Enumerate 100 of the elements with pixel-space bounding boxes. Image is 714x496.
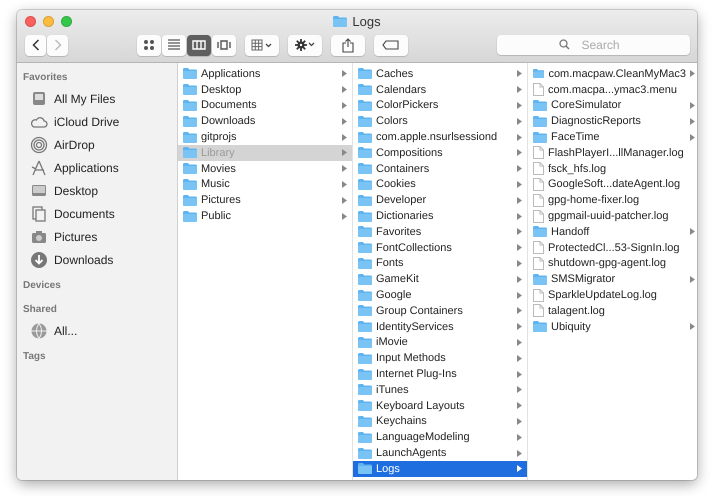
folder-icon [183,178,197,190]
document-icon [533,256,544,270]
file-row[interactable]: SparkleUpdateLog.log [528,287,697,303]
file-row[interactable]: Desktop [178,82,352,98]
file-row[interactable]: Logs [353,460,527,477]
file-row[interactable]: GoogleSoft...dateAgent.log [528,176,697,192]
download-icon [30,250,48,268]
file-row[interactable]: Downloads [178,113,352,130]
file-row[interactable]: Documents [178,98,352,114]
folder-icon [358,68,372,80]
disclosure-arrow-icon [517,307,522,314]
sidebar-item[interactable]: All... [17,319,177,342]
file-row[interactable]: Input Methods [353,350,527,366]
folder-icon [358,178,372,190]
stack-icon [30,90,48,108]
forward-icon [54,39,62,51]
icon-view-button[interactable] [137,34,161,56]
folder-icon [358,116,372,127]
tag-button[interactable] [374,34,408,56]
disclosure-arrow-icon [690,102,695,109]
file-row[interactable]: Cookies [353,176,527,192]
disclosure-arrow-icon [517,70,522,78]
file-row[interactable]: Favorites [353,224,527,240]
file-row[interactable]: gitprojs [178,129,352,145]
file-row[interactable]: Movies [178,160,352,177]
file-row[interactable]: Ubiquity [528,318,697,335]
sidebar-heading: Devices [22,279,62,293]
file-row[interactable]: gpgmail-uuid-patcher.log [528,208,697,224]
window-title: Logs [352,14,381,28]
file-row[interactable]: IdentityServices [353,318,527,335]
sidebar-item[interactable]: Pictures [17,225,177,248]
file-row[interactable]: ColorPickers [353,98,527,114]
folder-icon [358,305,372,316]
share-icon [342,38,354,52]
file-row[interactable]: LaunchAgents [353,445,527,461]
file-row[interactable]: Handoff [528,224,697,240]
file-row[interactable]: com.macpa...ymac3.menu [528,82,697,98]
file-row[interactable]: talagent.log [528,302,697,319]
column-view-icon [192,38,206,52]
file-row[interactable]: FaceTime [528,129,697,145]
file-row[interactable]: Music [178,176,352,192]
sidebar-item[interactable]: Documents [17,202,177,225]
file-row[interactable]: Dictionaries [353,208,527,224]
file-row[interactable]: com.apple.nsurlsessiond [353,129,527,145]
file-row[interactable]: Internet Plug-Ins [353,366,527,382]
gear-icon [294,38,316,52]
list-view-button[interactable] [162,34,186,56]
file-row[interactable]: Containers [353,160,527,177]
file-row[interactable]: ProtectedCl...53-SignIn.log [528,240,697,256]
file-row[interactable]: gpg-home-fixer.log [528,192,697,208]
column-view-button[interactable] [187,34,211,56]
sidebar-heading: Favorites [22,71,68,85]
file-row[interactable]: Colors [353,113,527,130]
close-button[interactable] [25,16,36,27]
file-row[interactable]: FontCollections [353,240,527,256]
disclosure-arrow-icon [517,465,522,472]
folder-icon [358,258,372,269]
file-row[interactable]: SMSMigrator [528,271,697,288]
file-row[interactable]: Public [178,208,352,224]
cover-flow-button[interactable] [212,34,236,56]
file-row[interactable]: Group Containers [353,302,527,319]
file-row[interactable]: Keyboard Layouts [353,398,527,414]
disclosure-arrow-icon [690,323,695,330]
sidebar-item[interactable]: iCloud Drive [17,110,177,133]
file-row[interactable]: LanguageModeling [353,429,527,446]
file-row[interactable]: shutdown-gpg-agent.log [528,256,697,272]
sidebar-item[interactable]: All My Files [17,87,177,110]
document-icon [533,162,544,176]
search-field[interactable]: Search [497,35,690,55]
file-row[interactable]: Fonts [353,256,527,272]
file-row[interactable]: iTunes [353,382,527,398]
file-row[interactable]: Caches [353,66,527,82]
disclosure-arrow-icon [342,165,347,172]
file-row[interactable]: DiagnosticReports [528,113,697,130]
file-row[interactable]: Pictures [178,192,352,208]
disclosure-arrow-icon [342,196,347,204]
file-row[interactable]: FlashPlayerI...llManager.log [528,144,697,161]
file-row[interactable]: Compositions [353,144,527,161]
disclosure-arrow-icon [517,418,522,425]
file-row[interactable]: Applications [178,66,352,82]
file-row[interactable]: iMovie [353,334,527,350]
file-row[interactable]: Calendars [353,82,527,98]
folder-icon [358,352,372,364]
file-row[interactable]: fsck_hfs.log [528,160,697,177]
file-row[interactable]: Keychains [353,414,527,430]
file-row[interactable]: GameKit [353,271,527,288]
action-button[interactable] [288,34,322,56]
folder-icon [358,147,372,158]
file-row[interactable]: Google [353,287,527,303]
file-row[interactable]: Developer [353,192,527,208]
sidebar-item[interactable]: Applications [17,156,177,179]
sidebar-item[interactable]: Downloads [17,248,177,271]
folder-icon [533,132,547,143]
file-row[interactable]: CoreSimulator [528,98,697,114]
share-button[interactable] [331,34,365,56]
arrange-button[interactable] [245,34,279,56]
sidebar-item[interactable]: AirDrop [17,133,177,156]
file-row[interactable]: com.macpaw.CleanMyMac3 [528,66,697,82]
back-button[interactable] [25,34,46,56]
sidebar-item[interactable]: Desktop [17,179,177,202]
